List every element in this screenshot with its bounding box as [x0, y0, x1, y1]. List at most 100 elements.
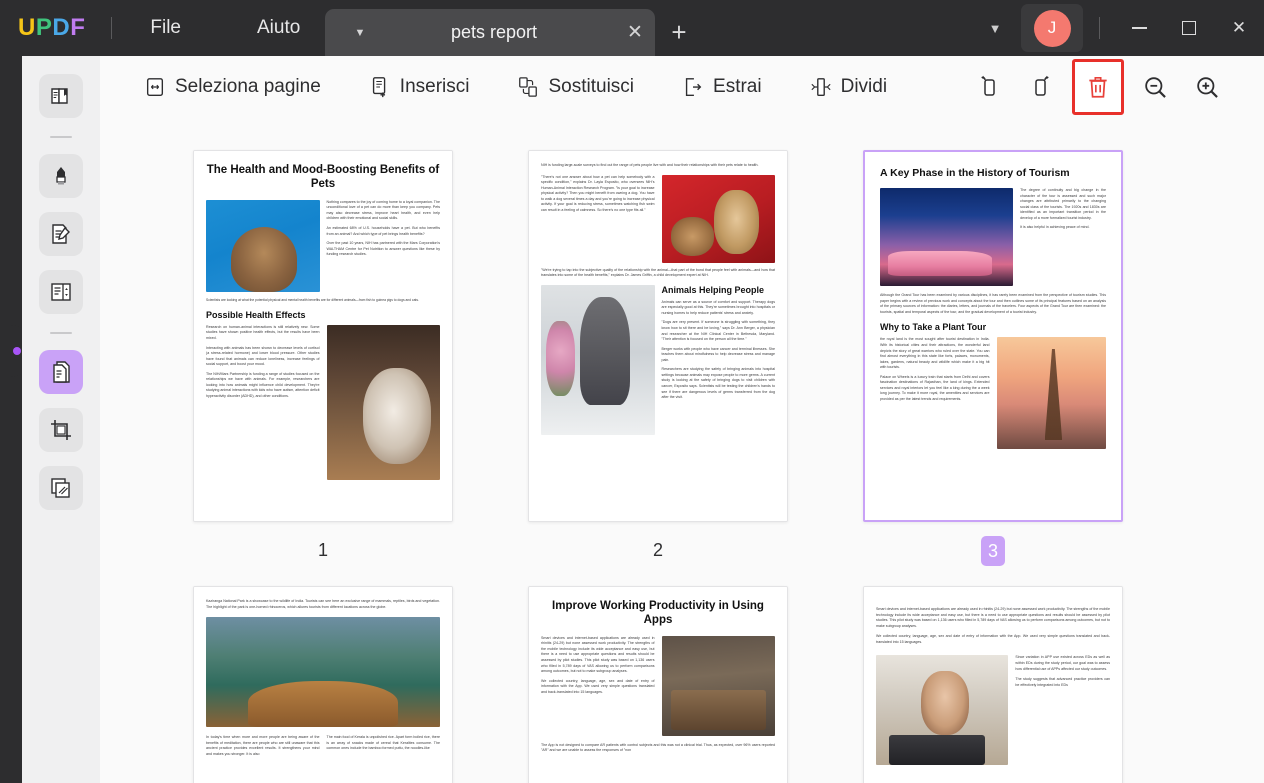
logo-divider — [111, 17, 113, 39]
page1-body-1: Nothing compares to the joy of coming ho… — [326, 199, 441, 221]
page-thumbnail-2[interactable]: NIH is funding large-scale surveys to fi… — [528, 150, 788, 522]
page2-intro: NIH is funding large-scale surveys to fi… — [541, 163, 759, 167]
page1-caption: Scientists are looking at what the poten… — [206, 297, 419, 302]
sidebar-item-organize-pages[interactable] — [39, 350, 83, 394]
updf-logo: UPDF — [18, 14, 86, 41]
page1-bottom-left: Research on human-animal interactions is… — [206, 325, 320, 480]
page-number-3[interactable]: 3 — [863, 536, 1123, 566]
menu-file[interactable]: File — [134, 11, 197, 45]
page-number-3-badge: 3 — [980, 536, 1005, 566]
page-thumbnail-4[interactable]: Kaziranga National Park is a showcase to… — [193, 586, 453, 783]
trash-icon — [1089, 76, 1107, 98]
page-cell-3: A Key Phase in the History of Tourism Th… — [863, 150, 1123, 566]
toolbar-extract-label: Estrai — [713, 76, 762, 97]
avatar-initial: J — [1033, 9, 1071, 47]
page-content-5: Improve Working Productivity in Using Ap… — [529, 587, 787, 783]
page1-body-6: The NIH/Mars Partnership is funding a ra… — [206, 371, 320, 399]
delete-pages-button[interactable] — [1072, 59, 1124, 115]
page3-heading-2: Why to Take a Plant Tour — [880, 322, 987, 333]
sidebar-item-batch[interactable] — [39, 466, 83, 510]
page-cell-4: Kaziranga National Park is a showcase to… — [193, 586, 453, 783]
toolbar-actions: Seleziona pagine Inserisci Sostituisci E… — [100, 69, 897, 105]
page5-image-office — [661, 635, 775, 736]
maximize-icon — [1182, 21, 1196, 35]
thumbnail-row-2: Kaziranga National Park is a showcase to… — [100, 586, 1264, 783]
chevron-down-icon[interactable]: ▼ — [975, 21, 1015, 36]
minimize-icon — [1131, 27, 1147, 29]
edit-document-icon — [52, 224, 70, 244]
page3-right-column: The degree of continuity and big change … — [1020, 188, 1106, 286]
rotate-left-button[interactable] — [968, 66, 1010, 108]
toolbar-insert[interactable]: Inserisci — [359, 69, 480, 105]
zoom-out-button[interactable] — [1134, 66, 1176, 108]
document-tab[interactable]: ▼ pets report ✕ — [325, 9, 655, 56]
page2-right-column: Animals Helping People Animals can serve… — [662, 285, 776, 435]
controls-divider — [1099, 17, 1100, 39]
page3-title: A Key Phase in the History of Tourism — [880, 167, 1070, 179]
page-thumbnail-5[interactable]: Improve Working Productivity in Using Ap… — [528, 586, 788, 783]
highlighter-pen-icon — [56, 167, 66, 185]
insert-page-icon — [372, 77, 386, 98]
sidebar-item-reader[interactable] — [39, 74, 83, 118]
batch-pages-icon — [51, 478, 70, 498]
panel-collapse-dot[interactable] — [13, 347, 21, 355]
toolbar-insert-label: Inserisci — [399, 76, 470, 97]
page-cell-1: The Health and Mood-Boosting Benefits of… — [193, 150, 453, 564]
page2-quote-2: "We're trying to tap into the subjective… — [541, 267, 775, 278]
page-thumbnail-grid[interactable]: The Health and Mood-Boosting Benefits of… — [100, 118, 1264, 783]
select-pages-icon — [146, 78, 164, 96]
sidebar-item-crop[interactable] — [39, 408, 83, 452]
toolbar-replace[interactable]: Sostituisci — [507, 69, 644, 105]
close-window-button[interactable]: ✕ — [1214, 0, 1264, 56]
crop-icon — [51, 420, 71, 440]
page-thumbnail-3[interactable]: A Key Phase in the History of Tourism Th… — [863, 150, 1123, 522]
page-content-2: NIH is funding large-scale surveys to fi… — [529, 151, 787, 521]
menu-aiuto[interactable]: Aiuto — [241, 11, 316, 45]
page3-image-havana — [880, 188, 1014, 287]
page-content-6: Smart devices and internet-based applica… — [864, 587, 1122, 783]
caret-down-icon[interactable]: ▼ — [347, 27, 373, 39]
page4-body-right: The main food of Kerala is unpolished ri… — [326, 735, 441, 751]
extract-page-icon — [685, 78, 702, 96]
page-content-4: Kaziranga National Park is a showcase to… — [194, 587, 452, 783]
new-tab-button[interactable]: + — [664, 18, 694, 48]
page1-body-5: Interacting with animals has been shown … — [206, 345, 320, 367]
avatar[interactable]: J — [1021, 4, 1083, 52]
title-bar: UPDF File Aiuto ▼ pets report ✕ + ▼ J ✕ — [0, 0, 1264, 56]
toolbar-select-pages-label: Seleziona pagine — [175, 76, 321, 97]
form-fields-icon — [51, 283, 71, 301]
page2-body-2: "Dogs are very present. If someone is st… — [661, 320, 776, 342]
toolbar-split[interactable]: Dividi — [800, 69, 897, 105]
page1-body-2: An estimated 68% of U.S. households have… — [326, 226, 441, 236]
maximize-button[interactable] — [1164, 0, 1214, 56]
toolbar-right-icons — [968, 59, 1228, 115]
sidebar-divider-1 — [50, 136, 72, 138]
page2-body-3: Berger works with people who have cancer… — [661, 346, 776, 362]
page-content-1: The Health and Mood-Boosting Benefits of… — [194, 151, 452, 521]
page6-right-column: Since variation in APP use existed acros… — [1015, 655, 1110, 765]
minimize-button[interactable] — [1114, 0, 1164, 56]
page6-intro: Smart devices and internet-based applica… — [876, 607, 1110, 628]
page6-body-2: The study suggests that advanced practic… — [1015, 677, 1110, 687]
toolbar-select-pages[interactable]: Seleziona pagine — [134, 69, 331, 105]
main-area: Seleziona pagine Inserisci Sostituisci E… — [100, 56, 1264, 783]
page4-body-left: In today's time when more and more peopl… — [206, 735, 320, 756]
close-icon[interactable]: ✕ — [615, 21, 655, 44]
page-number-2[interactable]: 2 — [528, 536, 788, 564]
sidebar-item-edit[interactable] — [39, 212, 83, 256]
split-page-icon — [811, 78, 831, 96]
page4-intro: Kaziranga National Park is a showcase to… — [206, 599, 440, 609]
sidebar-item-form[interactable] — [39, 270, 83, 314]
toolbar-extract[interactable]: Estrai — [672, 69, 772, 105]
page5-body-2: We collected country, language, age, sex… — [541, 678, 655, 694]
page3-image-eiffel — [996, 337, 1106, 450]
rotate-right-button[interactable] — [1020, 66, 1062, 108]
zoom-in-button[interactable] — [1186, 66, 1228, 108]
page-number-1[interactable]: 1 — [193, 536, 453, 564]
page1-heading-2: Possible Health Effects — [206, 309, 306, 320]
page6-intro-2: We collected country, language, age, sex… — [876, 634, 1110, 644]
page-thumbnail-1[interactable]: The Health and Mood-Boosting Benefits of… — [193, 150, 453, 522]
page-thumbnail-6[interactable]: Smart devices and internet-based applica… — [863, 586, 1123, 783]
sidebar-item-annotate[interactable] — [39, 154, 83, 198]
page6-image-woman — [876, 655, 1009, 766]
